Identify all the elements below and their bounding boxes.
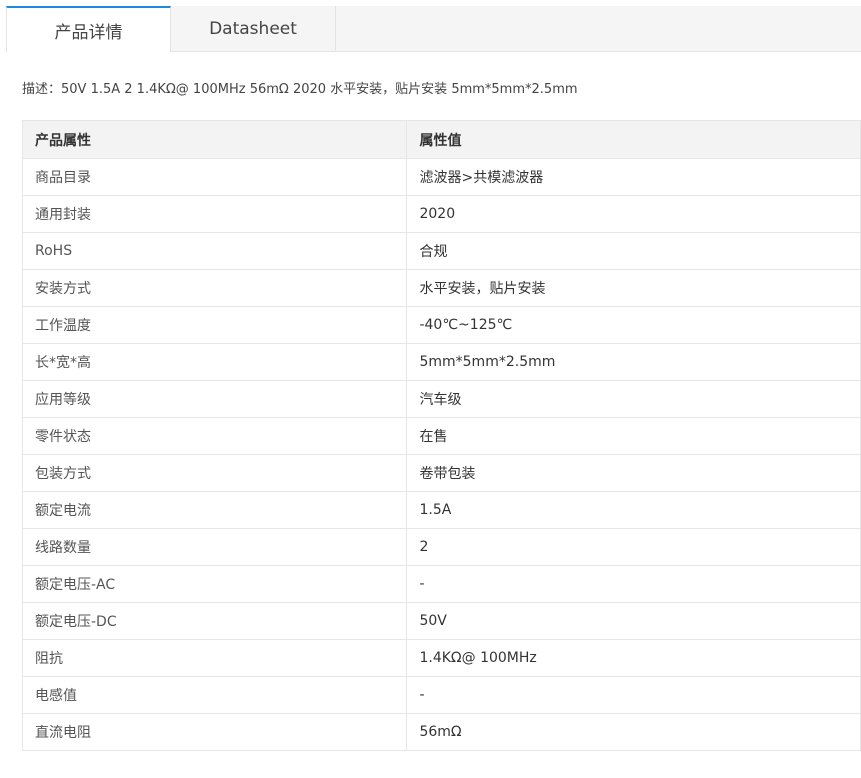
attribute-name: 包装方式 <box>21 454 408 492</box>
table-row: 安装方式 水平安装，贴片安装 <box>21 269 861 307</box>
table-row: 电感值 - <box>21 676 861 714</box>
table-row: 商品目录 滤波器>共模滤波器 <box>21 158 861 196</box>
attribute-name: 商品目录 <box>21 158 408 196</box>
table-header-row: 产品属性 属性值 <box>21 120 861 159</box>
table-body: 商品目录 滤波器>共模滤波器 通用封装 2020 RoHS 合规 安装方式 水平安装，贴片安装… <box>21 158 861 751</box>
attribute-value: 汽车级 <box>406 380 861 418</box>
attribute-value: 2020 <box>406 195 861 233</box>
attribute-name: 阻抗 <box>21 639 408 677</box>
attribute-value: 50V <box>406 602 861 640</box>
table-row: 工作温度 -40℃~125℃ <box>21 306 861 344</box>
attribute-value: 合规 <box>406 232 861 270</box>
table-row: 零件状态 在售 <box>21 417 861 455</box>
table-row: 线路数量 2 <box>21 528 861 566</box>
attribute-value: 1.4KΩ@ 100MHz <box>406 639 861 677</box>
table-row: 额定电压-AC - <box>21 565 861 603</box>
attribute-name: 零件状态 <box>21 417 408 455</box>
product-attributes-table: 产品属性 属性值 商品目录 滤波器>共模滤波器 通用封装 2020 RoHS 合规 安装方式… <box>21 120 861 751</box>
attribute-value: 卷带包装 <box>406 454 861 492</box>
table-row: 应用等级 汽车级 <box>21 380 861 418</box>
table-row: RoHS 合规 <box>21 232 861 270</box>
attribute-value: - <box>406 676 861 714</box>
attribute-value: 5mm*5mm*2.5mm <box>406 343 861 381</box>
attribute-value: 在售 <box>406 417 861 455</box>
attribute-name: 额定电流 <box>21 491 408 529</box>
attribute-name: 电感值 <box>21 676 408 714</box>
tab-bar: 产品详情 Datasheet <box>0 0 861 52</box>
attribute-value: 水平安装，贴片安装 <box>406 269 861 307</box>
attribute-value: 56mΩ <box>406 713 861 751</box>
attribute-name: 安装方式 <box>21 269 408 307</box>
table-row: 包装方式 卷带包装 <box>21 454 861 492</box>
attribute-value: - <box>406 565 861 603</box>
attribute-value: 滤波器>共模滤波器 <box>406 158 861 196</box>
attribute-name: 应用等级 <box>21 380 408 418</box>
attribute-name: 通用封装 <box>21 195 408 233</box>
attribute-name: 直流电阻 <box>21 713 408 751</box>
header-value: 属性值 <box>406 120 861 159</box>
attribute-value: -40℃~125℃ <box>406 306 861 344</box>
attribute-name: 额定电压-DC <box>21 602 408 640</box>
attribute-name: 工作温度 <box>21 306 408 344</box>
table-row: 通用封装 2020 <box>21 195 861 233</box>
attribute-name: RoHS <box>21 232 408 270</box>
product-description: 描述：50V 1.5A 2 1.4KΩ@ 100MHz 56mΩ 2020 水平… <box>22 82 578 97</box>
table-row: 额定电压-DC 50V <box>21 602 861 640</box>
table-row: 阻抗 1.4KΩ@ 100MHz <box>21 639 861 677</box>
table-row: 长*宽*高 5mm*5mm*2.5mm <box>21 343 861 381</box>
table-row: 直流电阻 56mΩ <box>21 713 861 751</box>
attribute-value: 2 <box>406 528 861 566</box>
tab-datasheet[interactable]: Datasheet <box>171 6 336 51</box>
table-row: 额定电流 1.5A <box>21 491 861 529</box>
header-attribute: 产品属性 <box>21 120 408 159</box>
attribute-name: 长*宽*高 <box>21 343 408 381</box>
tab-product-details[interactable]: 产品详情 <box>6 6 171 52</box>
attribute-name: 额定电压-AC <box>21 565 408 603</box>
attribute-value: 1.5A <box>406 491 861 529</box>
attribute-name: 线路数量 <box>21 528 408 566</box>
